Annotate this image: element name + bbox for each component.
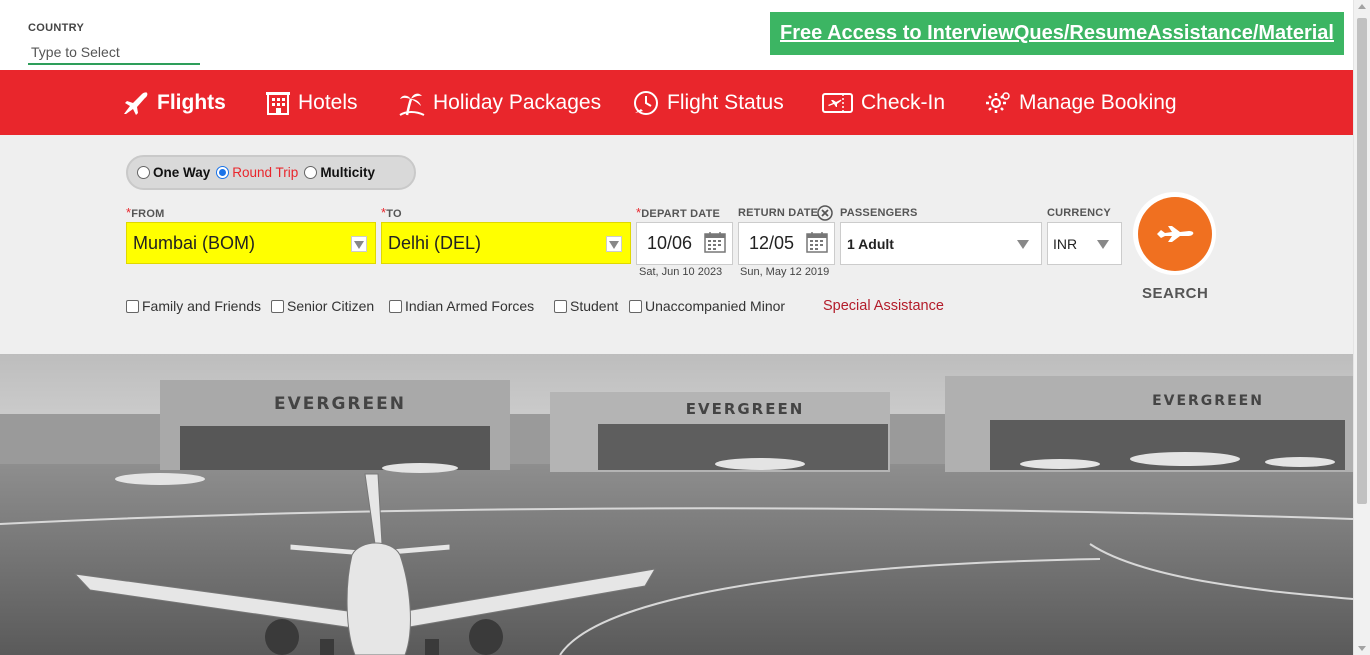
trip-option-multicity[interactable]: Multicity	[304, 165, 375, 180]
depart-date-label: *DEPART DATE	[636, 205, 720, 220]
return-date-field[interactable]: 12/05	[738, 222, 835, 265]
from-label: *FROM	[126, 205, 164, 220]
checkbox-senior-citizen[interactable]: Senior Citizen	[271, 298, 374, 314]
trip-option-round-trip[interactable]: Round Trip	[216, 165, 298, 180]
checkbox[interactable]	[629, 299, 642, 313]
special-assistance-link[interactable]: Special Assistance	[823, 298, 944, 314]
chevron-down-icon	[1097, 240, 1109, 249]
nav-label: Manage Booking	[1019, 90, 1177, 114]
passengers-label: PASSENGERS	[840, 207, 918, 219]
promo-link[interactable]: Free Access to InterviewQues/ResumeAssis…	[780, 22, 1334, 45]
checkbox[interactable]	[126, 299, 139, 313]
calendar-icon[interactable]	[704, 231, 726, 253]
passengers-select[interactable]: 1 Adult	[840, 222, 1042, 265]
radio-multicity[interactable]	[304, 166, 318, 179]
nav-item-check-in[interactable]: Check-In	[821, 70, 945, 135]
plane-icon	[1156, 225, 1193, 242]
to-select[interactable]: Delhi (DEL)	[381, 222, 631, 264]
hangar-sign: EVERGREEN	[274, 394, 406, 414]
to-value: Delhi (DEL)	[388, 232, 482, 253]
checkbox-student[interactable]: Student	[554, 298, 618, 314]
radio-round-trip[interactable]	[216, 166, 230, 179]
nav-label: Check-In	[861, 90, 946, 114]
from-label-text: FROM	[131, 208, 165, 220]
chevron-down-icon[interactable]	[606, 236, 622, 252]
nav-label: Flight Status	[667, 90, 784, 114]
currency-value: INR	[1053, 235, 1078, 252]
nav-item-manage-booking[interactable]: Manage Booking	[984, 70, 1177, 135]
checkbox-label: Family and Friends	[142, 298, 262, 314]
gear-icon	[986, 91, 1010, 113]
promo-banner[interactable]: Free Access to InterviewQues/ResumeAssis…	[770, 12, 1344, 55]
top-bar: COUNTRY Free Access to InterviewQues/Res…	[0, 0, 1370, 70]
depart-label-text: DEPART DATE	[641, 208, 721, 220]
radio-one-way[interactable]	[137, 166, 150, 179]
checkbox[interactable]	[271, 299, 284, 313]
trip-option-one-way[interactable]: One Way	[137, 165, 210, 180]
from-select[interactable]: Mumbai (BOM)	[126, 222, 376, 264]
calendar-icon[interactable]	[806, 231, 828, 253]
passengers-value: 1 Adult	[847, 235, 894, 252]
depart-date-full: Sat, Jun 10 2023	[639, 266, 723, 278]
hotel-icon	[266, 91, 290, 115]
nav-item-flights[interactable]: Flights	[122, 70, 226, 135]
return-date-label: RETURN DATE	[738, 207, 819, 219]
currency-select[interactable]: INR	[1047, 222, 1122, 265]
search-button-ring	[1133, 192, 1216, 275]
airport-hangar-illustration: EVERGREEN EVERGREEN EVERGREEN	[0, 354, 1353, 655]
chevron-down-icon[interactable]	[351, 236, 367, 252]
country-input[interactable]	[28, 40, 200, 65]
search-label: SEARCH	[1142, 285, 1209, 302]
palm-tree-icon	[399, 93, 425, 116]
checkbox-armed-forces[interactable]: Indian Armed Forces	[389, 298, 534, 314]
checkbox[interactable]	[389, 299, 402, 313]
trip-type-toggle: One Way Round Trip Multicity	[126, 155, 416, 190]
depart-date-value: 10/06	[647, 233, 693, 253]
country-label: COUNTRY	[28, 22, 85, 34]
trip-option-label: Round Trip	[232, 165, 299, 180]
currency-label: CURRENCY	[1047, 207, 1111, 219]
scroll-down-icon[interactable]	[1358, 646, 1366, 651]
scrollbar-thumb[interactable]	[1357, 18, 1367, 504]
flight-status-icon	[634, 90, 658, 115]
hero-image: EVERGREEN EVERGREEN EVERGREEN	[0, 354, 1353, 655]
checkbox-label: Student	[570, 298, 619, 314]
hangar-sign: EVERGREEN	[1152, 393, 1264, 409]
scroll-up-icon[interactable]	[1358, 4, 1366, 9]
nav-item-hotels[interactable]: Hotels	[265, 70, 358, 135]
checkbox[interactable]	[554, 299, 567, 313]
hangar-sign: EVERGREEN	[686, 400, 805, 418]
checkbox-label: Unaccompanied Minor	[645, 298, 786, 314]
nav-label: Flights	[157, 90, 226, 114]
to-label: *TO	[381, 205, 402, 220]
nav-label: Holiday Packages	[433, 90, 602, 114]
trip-option-label: One Way	[153, 165, 211, 180]
nav-item-holiday-packages[interactable]: Holiday Packages	[398, 70, 601, 135]
checkbox-label: Indian Armed Forces	[405, 298, 535, 314]
booking-panel: One Way Round Trip Multicity *FROM Mumba…	[0, 135, 1353, 354]
plane-icon	[124, 91, 148, 115]
vertical-scrollbar[interactable]	[1353, 0, 1370, 655]
checkbox-unaccompanied-minor[interactable]: Unaccompanied Minor	[629, 298, 785, 314]
depart-date-field[interactable]: 10/06	[636, 222, 733, 265]
chevron-down-icon	[1017, 240, 1029, 249]
ticket-icon	[822, 92, 853, 113]
from-value: Mumbai (BOM)	[133, 232, 256, 253]
return-date-value: 12/05	[749, 233, 795, 253]
search-button[interactable]	[1137, 196, 1212, 271]
to-label-text: TO	[386, 208, 402, 220]
return-date-full: Sun, May 12 2019	[740, 266, 830, 278]
nav-label: Hotels	[298, 90, 358, 114]
checkbox-label: Senior Citizen	[287, 298, 375, 314]
nav-item-flight-status[interactable]: Flight Status	[632, 70, 784, 135]
close-icon[interactable]	[817, 205, 833, 221]
main-nav: Flights Hotels Holiday Packages Flight S…	[0, 70, 1353, 135]
trip-option-label: Multicity	[320, 165, 376, 180]
checkbox-family-friends[interactable]: Family and Friends	[126, 298, 261, 314]
